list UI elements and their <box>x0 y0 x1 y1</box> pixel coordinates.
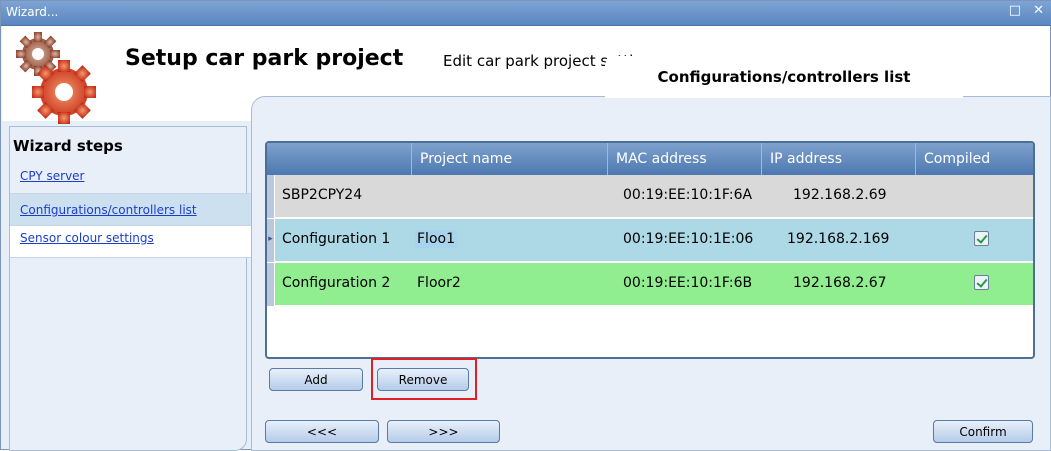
wizard-step-configurations-list[interactable]: Configurations/controllers list <box>10 194 256 226</box>
cell-name: SBP2CPY24 <box>282 187 363 203</box>
compiled-checkbox[interactable] <box>974 275 989 290</box>
wizard-step-sensor-colour[interactable]: Sensor colour settings <box>10 226 256 258</box>
table-row[interactable]: Configuration 2 Floor2 00:19:EE:10:1F:6B… <box>267 263 1033 306</box>
current-row-indicator-icon[interactable]: ▸ <box>267 219 275 262</box>
column-header-project-name[interactable]: Project name <box>411 143 607 175</box>
cell-mac-address: 00:19:EE:10:1E:06 <box>623 231 754 247</box>
cell-ip-address: 192.168.2.67 <box>793 275 887 291</box>
next-button[interactable]: >>> <box>387 420 500 443</box>
cell-mac-address: 00:19:EE:10:1F:6A <box>623 187 753 203</box>
compiled-checkbox[interactable] <box>974 231 989 246</box>
remove-highlight-annotation <box>371 358 477 400</box>
cell-project-name[interactable]: Floo1 <box>415 219 457 262</box>
wizard-steps-panel: Wizard steps CPY server Configurations/c… <box>9 126 256 451</box>
gears-icon <box>16 32 96 124</box>
row-header-column <box>267 143 275 175</box>
wizard-step-label[interactable]: CPY server <box>20 169 84 183</box>
column-header-ip-address[interactable]: IP address <box>761 143 915 175</box>
table-row[interactable]: SBP2CPY24 00:19:EE:10:1F:6A 192.168.2.69 <box>267 175 1033 218</box>
cell-ip-address: 192.168.2.69 <box>793 187 887 203</box>
page-title: Setup car park project <box>125 46 404 71</box>
wizard-steps-title: Wizard steps <box>13 137 123 155</box>
cell-name: Configuration 1 <box>282 231 391 247</box>
configurations-grid[interactable]: Project name MAC address IP address Comp… <box>265 141 1035 359</box>
row-header[interactable] <box>267 175 275 218</box>
wizard-step-cpy-server[interactable]: CPY server <box>10 164 256 194</box>
title-bar: Wizard... □ ✕ <box>1 1 1051 26</box>
confirm-button[interactable]: Confirm <box>933 420 1033 443</box>
column-header-compiled[interactable]: Compiled <box>915 143 1033 175</box>
table-row[interactable]: ▸ Configuration 1 Floo1 00:19:EE:10:1E:0… <box>267 219 1033 262</box>
window-title: Wizard... <box>6 5 59 19</box>
cell-mac-address: 00:19:EE:10:1F:6B <box>623 275 753 291</box>
selected-text[interactable]: Floo1 <box>415 230 457 248</box>
wizard-step-label[interactable]: Configurations/controllers list <box>20 203 197 217</box>
wizard-window: Wizard... □ ✕ Setup car park project Edi… <box>0 0 1051 451</box>
wizard-step-label[interactable]: Sensor colour settings <box>20 231 154 245</box>
grid-header: Project name MAC address IP address Comp… <box>267 143 1033 175</box>
back-button[interactable]: <<< <box>265 420 379 443</box>
window-controls[interactable]: □ ✕ <box>1009 3 1048 18</box>
cell-name: Configuration 2 <box>282 275 391 291</box>
tab-configurations-controllers-list[interactable]: Configurations/controllers list <box>605 56 963 98</box>
cell-project-name[interactable]: Floor2 <box>417 263 461 306</box>
row-header[interactable] <box>267 263 275 306</box>
add-button[interactable]: Add <box>269 368 363 391</box>
column-header-mac-address[interactable]: MAC address <box>607 143 761 175</box>
cell-ip-address: 192.168.2.169 <box>787 231 890 247</box>
